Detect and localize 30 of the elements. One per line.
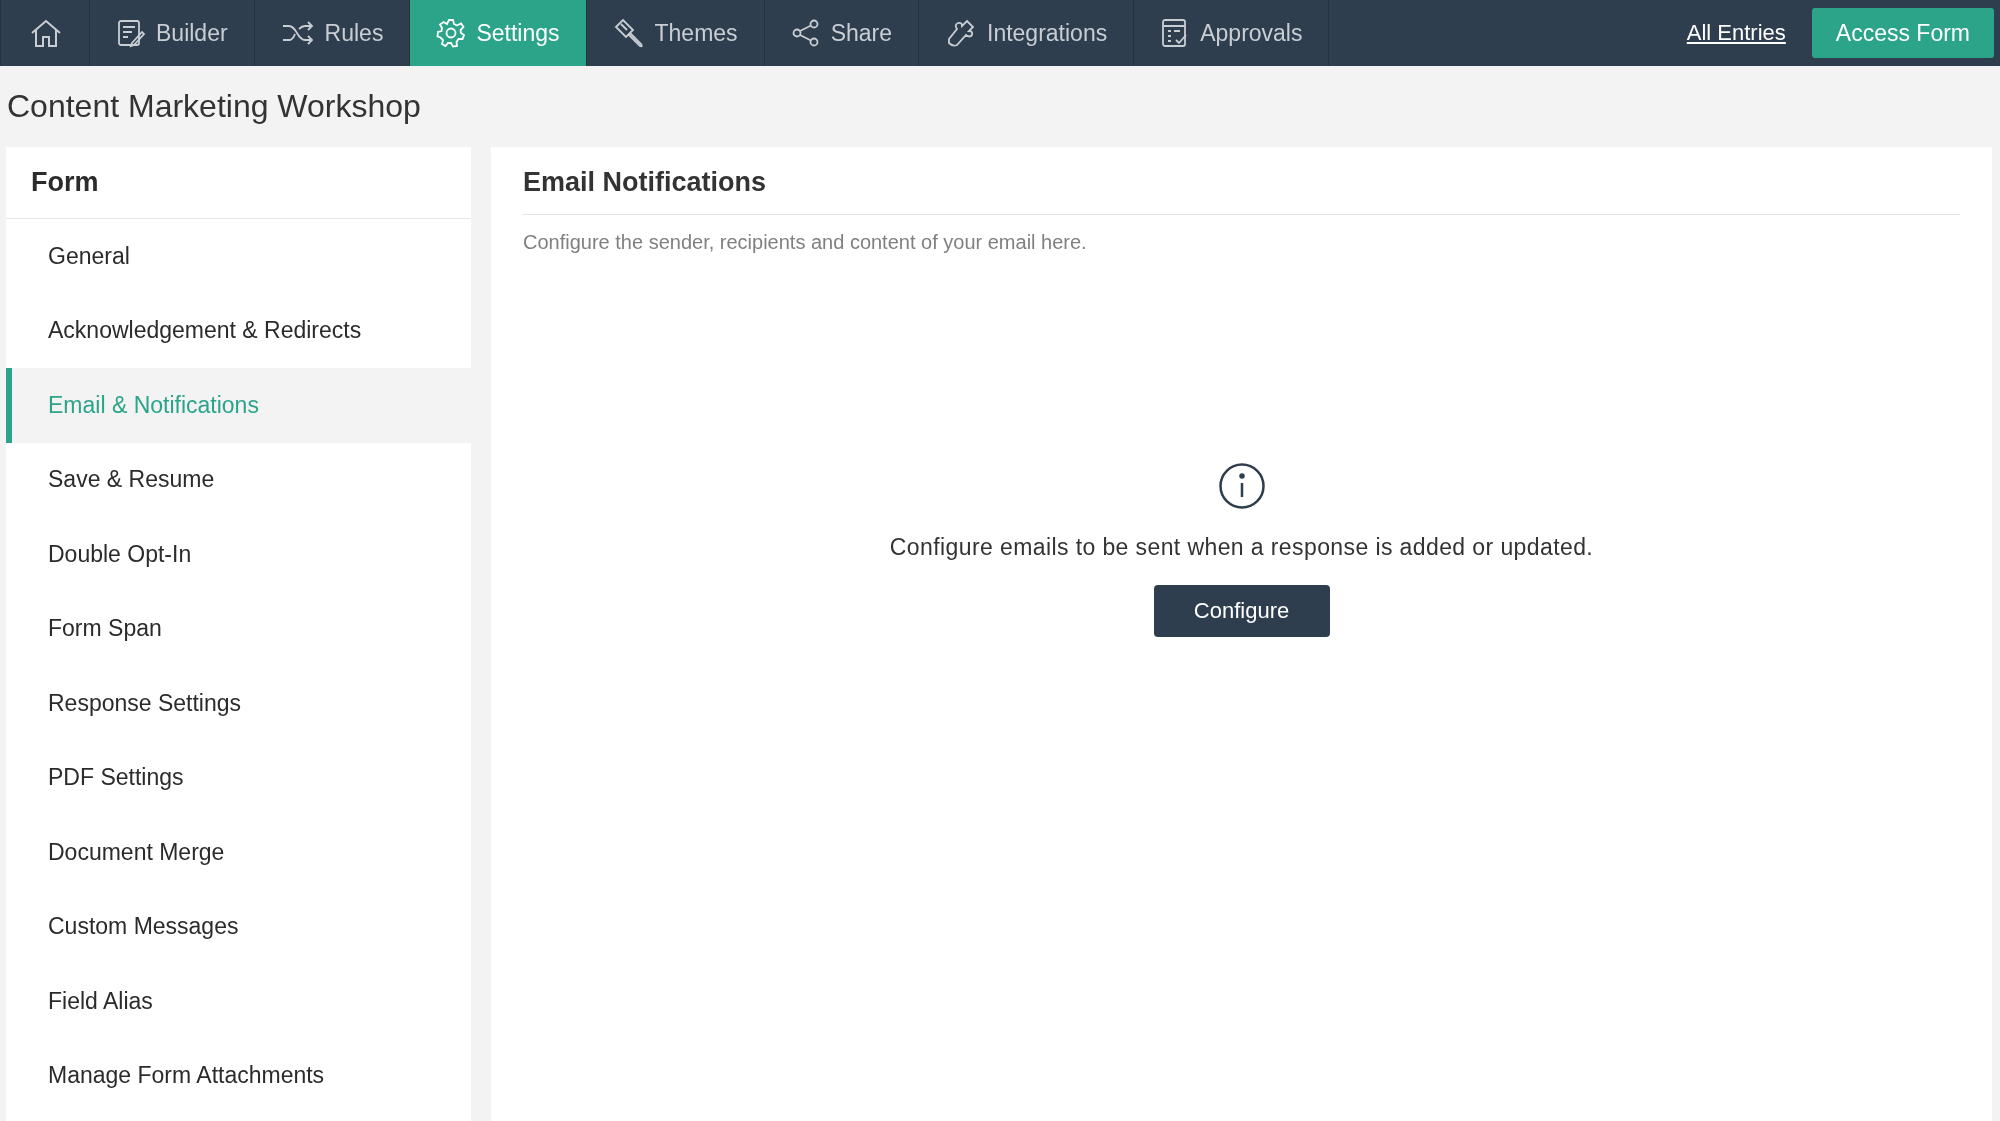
info-icon [1217,462,1266,510]
sidebar-title: Form [6,147,471,219]
configure-button[interactable]: Configure [1153,585,1330,637]
sidebar-item[interactable]: Double Opt-In [6,517,471,592]
sidebar-item[interactable]: Custom Messages [6,889,471,964]
shuffle-icon [280,20,315,46]
empty-state-message: Configure emails to be sent when a response is added or updated. [889,534,1594,561]
section-title: Email Notifications [523,147,1960,215]
nav-tab[interactable]: Share [764,0,919,66]
nav-tab[interactable]: Builder [90,0,255,66]
sidebar-item[interactable]: Form Span [6,591,471,666]
home-tab[interactable] [0,0,90,66]
sidebar-item[interactable]: PDF Settings [6,740,471,815]
nav-tab[interactable]: Integrations [919,0,1135,66]
sidebar-item[interactable]: Manage Form Attachments [6,1038,471,1113]
form-edit-icon [116,18,146,48]
sidebar-item[interactable]: Acknowledgement & Redirects [6,293,471,368]
nav-tab[interactable]: Themes [586,0,765,66]
all-entries-link[interactable]: All Entries [1686,20,1786,46]
section-description: Configure the sender, recipients and content of your email here. [523,230,1088,254]
settings-icon [436,18,467,48]
page-title: Content Marketing Workshop [6,87,422,126]
sidebar-item[interactable]: Field Alias [6,964,471,1039]
sidebar-item[interactable]: Response Settings [6,666,471,741]
sidebar-item[interactable]: Document Merge [6,815,471,890]
share-icon [790,18,821,48]
sidebar-item[interactable]: General [6,219,471,294]
nav-tab[interactable]: Approvals [1134,0,1330,66]
home-icon [29,18,63,48]
sidebar-item[interactable]: Save & Resume [6,442,471,517]
